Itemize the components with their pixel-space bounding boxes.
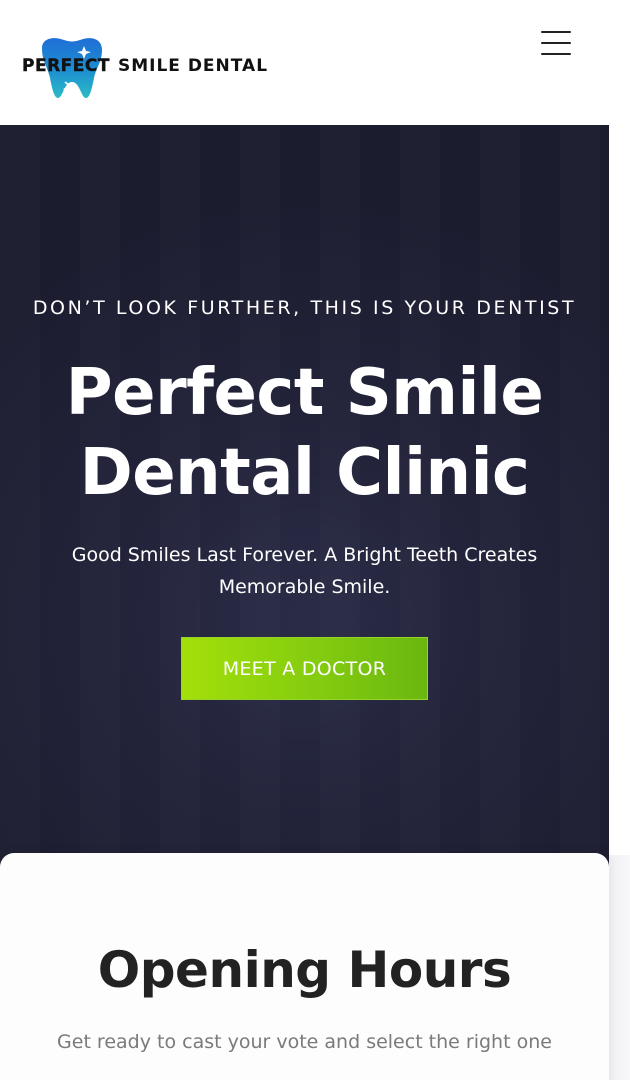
- hero-title-line-1: Perfect Smile: [65, 356, 544, 430]
- opening-hours-subtitle: Get ready to cast your vote and select t…: [57, 1031, 552, 1053]
- menu-bar-top: [541, 31, 571, 33]
- menu-bar-bottom: [541, 53, 571, 55]
- logo-word-perfect: PERFECT: [22, 56, 110, 76]
- hero-title: Perfect Smile Dental Clinic: [0, 353, 609, 513]
- hamburger-menu-icon[interactable]: [538, 28, 574, 58]
- hero-subtitle: Good Smiles Last Forever. A Bright Teeth…: [60, 539, 549, 603]
- opening-hours-card: Opening Hours Get ready to cast your vot…: [0, 853, 609, 1080]
- hero-subtitle-line-2: Memorable Smile.: [218, 576, 391, 598]
- hero-subtitle-line-1: Good Smiles Last Forever. A Bright Teeth…: [71, 544, 538, 566]
- logo-wordmark: PERFECT SMILE DENTAL: [22, 56, 268, 76]
- page: PERFECT SMILE DENTAL DON’T LOOK FURTHER,…: [0, 0, 630, 1080]
- site-header: PERFECT SMILE DENTAL: [0, 0, 609, 125]
- hero-eyebrow: DON’T LOOK FURTHER, THIS IS YOUR DENTIST: [32, 297, 577, 319]
- site-logo[interactable]: PERFECT SMILE DENTAL: [20, 30, 270, 100]
- meet-a-doctor-button[interactable]: MEET A DOCTOR: [181, 637, 428, 700]
- hero-title-line-2: Dental Clinic: [79, 436, 530, 510]
- hero-section: DON’T LOOK FURTHER, THIS IS YOUR DENTIST…: [0, 125, 609, 885]
- logo-word-smile-dental: SMILE DENTAL: [117, 56, 269, 76]
- page-edge-shadow: [609, 855, 630, 1080]
- menu-bar-middle: [541, 42, 571, 44]
- opening-hours-title: Opening Hours: [97, 941, 512, 999]
